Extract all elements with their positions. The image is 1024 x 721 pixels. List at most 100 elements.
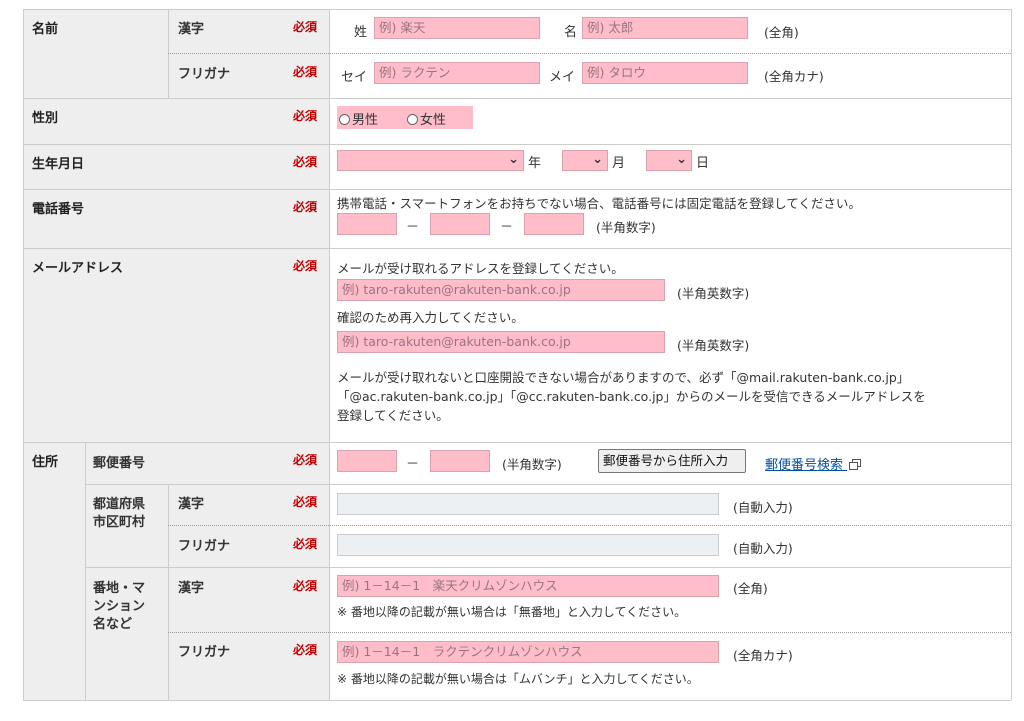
- divider-row: [23, 144, 1011, 145]
- postal-label: 郵便番号: [93, 456, 146, 471]
- required-badge: 必須: [293, 579, 318, 593]
- phone-part2-input[interactable]: [430, 213, 490, 235]
- mei-kana-input[interactable]: 例) タロウ: [582, 62, 748, 84]
- sei-kanji-input[interactable]: 例) 楽天: [374, 17, 540, 39]
- divider-address-row: [85, 567, 1011, 568]
- divider-address-sub2: [168, 484, 169, 700]
- registration-form: 名前 性別 生年月日 電話番号 メールアドレス 住所 漢字 フリガナ 郵便番号 …: [23, 9, 1012, 701]
- chevron-down-icon: ⌄: [508, 152, 519, 167]
- email-format-note: (半角英数字): [677, 286, 750, 301]
- phone-header: 電話番号: [23, 189, 329, 248]
- postal-lookup-button[interactable]: 郵便番号から住所入力: [598, 449, 746, 473]
- banchi-furigana-input[interactable]: 例) 1－14－1 ラクテンクリムゾンハウス: [337, 641, 719, 663]
- name-kanji-label: 漢字: [178, 22, 205, 37]
- banchi-label-line1: 番地・マ: [93, 581, 146, 596]
- required-badge: 必須: [293, 109, 318, 123]
- sei-kana-label: セイ: [341, 70, 368, 85]
- gender-male-option[interactable]: 男性: [339, 109, 378, 128]
- required-badge: 必須: [293, 537, 318, 551]
- pref-furigana-label: フリガナ: [178, 539, 231, 554]
- gender-header: 性別: [23, 98, 329, 144]
- postal-format-note: (半角数字): [502, 457, 562, 472]
- gender-label: 性別: [32, 111, 59, 126]
- required-badge: 必須: [293, 200, 318, 214]
- kanji-format-note: (全角): [764, 25, 799, 40]
- divider-row: [23, 98, 1011, 99]
- border-top: [23, 9, 1011, 10]
- birth-month-select[interactable]: ⌄: [562, 150, 608, 171]
- postal-search-link[interactable]: 郵便番号検索: [765, 454, 862, 473]
- divider-value-column: [329, 9, 330, 700]
- pref-kanji-input[interactable]: [337, 493, 719, 515]
- divider-address-row: [168, 525, 1011, 526]
- divider-address-row: [168, 632, 1011, 633]
- postal-search-link-text[interactable]: 郵便番号検索: [765, 458, 843, 473]
- gender-female-option[interactable]: 女性: [407, 109, 446, 128]
- phone-format-note: (半角数字): [596, 220, 656, 235]
- birth-year-select[interactable]: ⌄: [337, 150, 524, 171]
- mei-kana-label: メイ: [549, 70, 576, 85]
- pref-label-line2: 市区町村: [93, 515, 146, 530]
- postal-dash: －: [406, 457, 420, 472]
- email-warning-line3: 登録してください。: [337, 408, 449, 423]
- gender-radio-group: 男性 女性: [337, 106, 473, 129]
- kana-format-note: (全角カナ): [764, 69, 824, 84]
- divider-row: [23, 442, 1011, 443]
- radio-circle-icon[interactable]: [407, 114, 418, 125]
- name-furigana-label: フリガナ: [178, 67, 231, 82]
- chevron-down-icon: ⌄: [676, 152, 687, 167]
- birth-day-select[interactable]: ⌄: [646, 150, 692, 171]
- phone-note: 携帯電話・スマートフォンをお持ちでない場合、電話番号には固定電話を登録してくださ…: [337, 196, 861, 211]
- email-confirm-label: 確認のため再入力してください。: [337, 310, 524, 325]
- birth-label: 生年月日: [32, 157, 85, 172]
- chevron-down-icon: ⌄: [592, 152, 603, 167]
- email-header: メールアドレス: [23, 248, 329, 442]
- address-header: 住所: [23, 442, 329, 700]
- phone-label: 電話番号: [32, 202, 85, 217]
- divider-address-row: [85, 484, 1011, 485]
- pref-kanji-auto-note: (自動入力): [733, 500, 793, 515]
- divider-row: [23, 189, 1011, 190]
- birth-year-unit: 年: [528, 156, 542, 171]
- email-label: メールアドレス: [32, 261, 124, 276]
- banchi-label-line3: 名など: [93, 617, 133, 632]
- email-confirm-format-note: (半角英数字): [677, 338, 750, 353]
- birth-header: 生年月日: [23, 144, 329, 189]
- pref-furigana-auto-note: (自動入力): [733, 541, 793, 556]
- required-badge: 必須: [293, 495, 318, 509]
- pref-furigana-input[interactable]: [337, 534, 719, 556]
- phone-part3-input[interactable]: [524, 213, 584, 235]
- address-label: 住所: [32, 455, 59, 470]
- phone-part1-input[interactable]: [337, 213, 397, 235]
- sei-kana-input[interactable]: 例) ラクテン: [374, 62, 540, 84]
- required-badge: 必須: [293, 643, 318, 657]
- email-input[interactable]: 例) taro-rakuten@rakuten-bank.co.jp: [337, 279, 665, 301]
- mei-kanji-label: 名: [564, 25, 578, 40]
- postal-part2-input[interactable]: [430, 450, 490, 472]
- name-label: 名前: [32, 22, 59, 37]
- email-confirm-input[interactable]: 例) taro-rakuten@rakuten-bank.co.jp: [337, 331, 665, 353]
- mei-kanji-input[interactable]: 例) 太郎: [582, 17, 748, 39]
- sei-kanji-label: 姓: [354, 25, 368, 40]
- gender-male-label: 男性: [352, 113, 379, 128]
- birth-month-unit: 月: [612, 156, 626, 171]
- banchi-kanji-label: 漢字: [178, 581, 205, 596]
- required-badge: 必須: [293, 155, 318, 169]
- required-badge: 必須: [293, 20, 318, 34]
- phone-dash: －: [500, 220, 514, 235]
- divider-row: [23, 248, 1011, 249]
- banchi-kanji-hint: ※ 番地以降の記載が無い場合は「無番地」と入力してください。: [337, 605, 687, 619]
- email-warning-line1: メールが受け取れないと口座開設できない場合がありますので、必ず「@mail.ra…: [337, 370, 910, 385]
- external-window-icon: [849, 459, 862, 470]
- radio-circle-icon[interactable]: [339, 114, 350, 125]
- required-badge: 必須: [293, 65, 318, 79]
- border-right: [1011, 9, 1012, 700]
- postal-part1-input[interactable]: [337, 450, 397, 472]
- border-bottom: [23, 700, 1011, 701]
- banchi-kanji-input[interactable]: 例) 1－14－1 楽天クリムゾンハウス: [337, 575, 719, 597]
- banchi-furigana-format-note: (全角カナ): [733, 648, 793, 663]
- banchi-label-line2: ンション: [93, 599, 146, 614]
- banchi-kanji-format-note: (全角): [733, 581, 768, 596]
- email-intro: メールが受け取れるアドレスを登録してください。: [337, 261, 624, 276]
- required-badge: 必須: [293, 259, 318, 273]
